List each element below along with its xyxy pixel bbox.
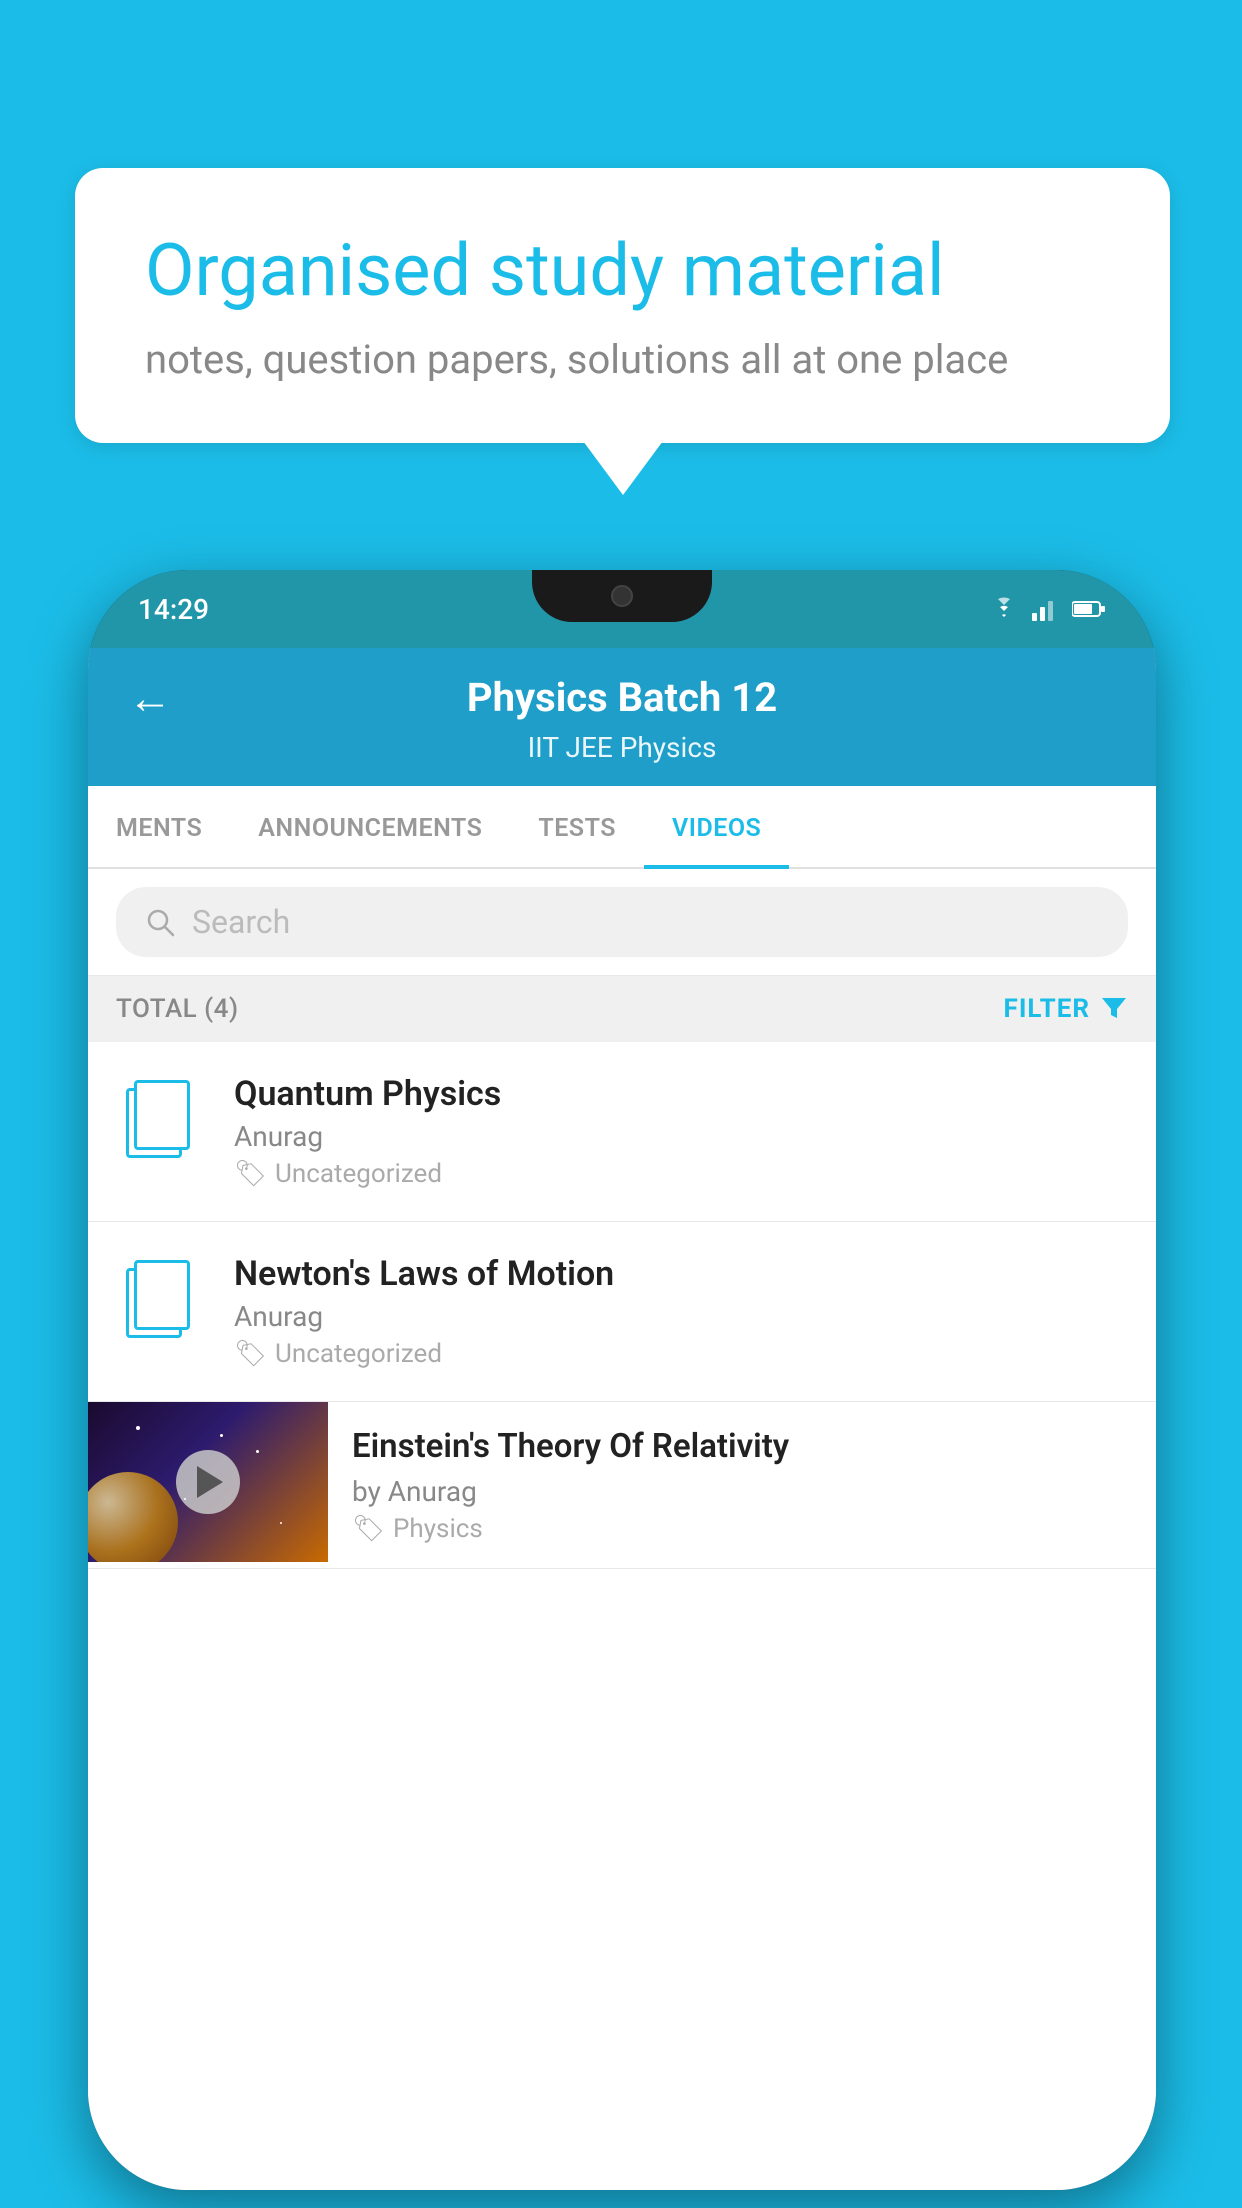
filter-button[interactable]: FILTER bbox=[1004, 994, 1128, 1024]
search-placeholder: Search bbox=[192, 903, 290, 941]
item-tag: 🏷 Uncategorized bbox=[234, 1159, 1128, 1189]
tab-videos[interactable]: VIDEOS bbox=[644, 786, 789, 867]
video-title: Einstein's Theory Of Relativity bbox=[352, 1426, 1136, 1469]
list-item[interactable]: Newton's Laws of Motion Anurag 🏷 Uncateg… bbox=[88, 1222, 1156, 1402]
video-thumbnail bbox=[88, 1402, 328, 1562]
signal-icon bbox=[1032, 597, 1060, 621]
filter-icon bbox=[1100, 996, 1128, 1022]
tag-label: Physics bbox=[393, 1514, 483, 1544]
list-item[interactable]: Quantum Physics Anurag 🏷 Uncategorized bbox=[88, 1042, 1156, 1222]
item-tag: 🏷 Uncategorized bbox=[234, 1339, 1128, 1369]
item-title: Quantum Physics bbox=[234, 1074, 1128, 1114]
tag-icon: 🏷 bbox=[352, 1514, 385, 1544]
tab-tests[interactable]: TESTS bbox=[510, 786, 644, 867]
folder-icon bbox=[126, 1078, 196, 1158]
item-content: Quantum Physics Anurag 🏷 Uncategorized bbox=[234, 1074, 1128, 1189]
tag-icon: 🏷 bbox=[234, 1339, 267, 1369]
search-icon bbox=[144, 906, 176, 938]
back-button[interactable]: ← bbox=[128, 672, 172, 724]
status-time: 14:29 bbox=[138, 593, 209, 626]
status-bar: 14:29 bbox=[88, 570, 1156, 648]
app-header: ← Physics Batch 12 IIT JEE Physics bbox=[88, 648, 1156, 786]
item-author: Anurag bbox=[234, 1120, 1128, 1153]
phone-screen: ← Physics Batch 12 IIT JEE Physics MENTS… bbox=[88, 648, 1156, 2190]
tab-ments[interactable]: MENTS bbox=[88, 786, 230, 867]
video-tag: 🏷 Physics bbox=[352, 1514, 1136, 1544]
item-icon-wrap bbox=[116, 1254, 206, 1338]
video-author: by Anurag bbox=[352, 1475, 1136, 1508]
item-title: Newton's Laws of Motion bbox=[234, 1254, 1128, 1294]
tag-label: Uncategorized bbox=[275, 1339, 442, 1369]
speech-bubble: Organised study material notes, question… bbox=[75, 168, 1170, 443]
battery-icon bbox=[1072, 599, 1106, 619]
search-container: Search bbox=[88, 869, 1156, 976]
tab-announcements[interactable]: ANNOUNCEMENTS bbox=[230, 786, 510, 867]
item-author: Anurag bbox=[234, 1300, 1128, 1333]
notch bbox=[532, 570, 712, 622]
bubble-title: Organised study material bbox=[145, 228, 1100, 314]
tabs-bar: MENTS ANNOUNCEMENTS TESTS VIDEOS bbox=[88, 786, 1156, 869]
search-bar[interactable]: Search bbox=[116, 887, 1128, 957]
tag-label: Uncategorized bbox=[275, 1159, 442, 1189]
phone-frame: 14:29 bbox=[88, 570, 1156, 2190]
filter-row: TOTAL (4) FILTER bbox=[88, 976, 1156, 1042]
item-icon-wrap bbox=[116, 1074, 206, 1158]
filter-label: FILTER bbox=[1004, 994, 1090, 1024]
wifi-icon bbox=[988, 597, 1020, 621]
content-list: Quantum Physics Anurag 🏷 Uncategorized bbox=[88, 1042, 1156, 2190]
item-content: Newton's Laws of Motion Anurag 🏷 Uncateg… bbox=[234, 1254, 1128, 1369]
header-title: Physics Batch 12 bbox=[467, 674, 777, 721]
header-subtitle: IIT JEE Physics bbox=[528, 731, 717, 764]
folder-icon bbox=[126, 1258, 196, 1338]
list-item-video[interactable]: Einstein's Theory Of Relativity by Anura… bbox=[88, 1402, 1156, 1569]
bubble-subtitle: notes, question papers, solutions all at… bbox=[145, 336, 1100, 383]
status-icons bbox=[988, 597, 1106, 621]
total-label: TOTAL (4) bbox=[116, 994, 239, 1024]
tag-icon: 🏷 bbox=[234, 1159, 267, 1189]
video-content: Einstein's Theory Of Relativity by Anura… bbox=[328, 1402, 1156, 1568]
camera bbox=[611, 585, 633, 607]
